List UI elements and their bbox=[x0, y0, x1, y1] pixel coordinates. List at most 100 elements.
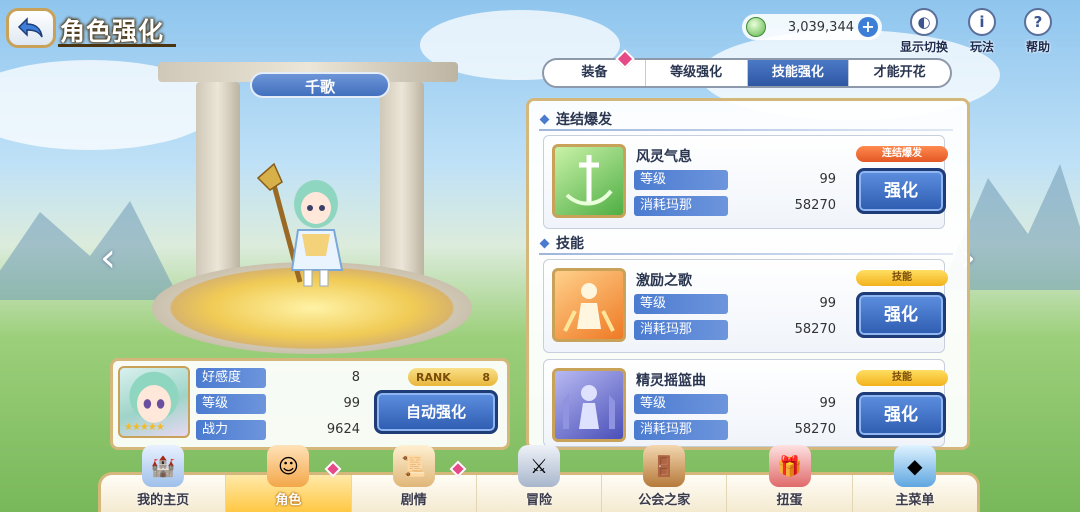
power-label: 战力 bbox=[196, 420, 266, 440]
prev-character-arrow[interactable]: ‹ bbox=[96, 238, 120, 278]
nav-item-story[interactable]: 📜 剧情 bbox=[352, 445, 477, 512]
castle-icon: 🏰 bbox=[142, 445, 185, 487]
title-underline bbox=[58, 44, 176, 47]
auto-enhance-button[interactable]: 自动强化 bbox=[374, 390, 498, 434]
nav-item-main-menu[interactable]: ◆ 主菜单 bbox=[853, 445, 977, 512]
diamond-bullet-icon bbox=[539, 238, 550, 249]
skill-level-value: 99 bbox=[819, 396, 836, 411]
background-mountain bbox=[0, 201, 180, 300]
union-burst-title: 连结爆发 bbox=[556, 112, 612, 128]
skill-cost-label: 消耗玛那 bbox=[634, 320, 728, 340]
help-icon: ? bbox=[1024, 8, 1052, 36]
nav-item-guild[interactable]: 🚪 公会之家 bbox=[602, 445, 728, 512]
skill-cost-row: 消耗玛那 58270 bbox=[634, 196, 840, 216]
skill-cost-value: 58270 bbox=[794, 422, 836, 437]
rank-value: 8 bbox=[482, 370, 490, 384]
skill-cost-row: 消耗玛那 58270 bbox=[634, 420, 840, 440]
diamond-bullet-icon bbox=[539, 114, 550, 125]
skill-type-tag: 技能 bbox=[856, 370, 948, 386]
back-button[interactable] bbox=[6, 8, 56, 48]
power-row: 战力 9624 bbox=[196, 420, 364, 440]
skill-card: 风灵气息 连结爆发 等级 99 消耗玛那 58270 强化 bbox=[543, 135, 948, 229]
gameplay-button[interactable]: i 玩法 bbox=[952, 8, 1012, 55]
nav-label: 剧情 bbox=[400, 493, 427, 508]
gameplay-label: 玩法 bbox=[969, 40, 994, 54]
add-currency-icon[interactable]: + bbox=[858, 17, 878, 37]
enhance-button[interactable]: 强化 bbox=[856, 392, 946, 438]
skill-cost-label: 消耗玛那 bbox=[634, 196, 728, 216]
skill-level-label: 等级 bbox=[634, 170, 728, 190]
tab-talent-bloom[interactable]: 才能开花 bbox=[849, 60, 950, 86]
skills-heading: 技能 bbox=[539, 233, 584, 253]
union-burst-heading: 连结爆发 bbox=[539, 109, 612, 129]
bottom-nav: 🏰 我的主页 ☺ 角色 📜 剧情 ⚔ 冒险 🚪 公会之家 🎁 扭蛋 ◆ 主菜单 bbox=[98, 445, 980, 512]
skill-cost-label: 消耗玛那 bbox=[634, 420, 728, 440]
nav-label: 冒险 bbox=[525, 493, 552, 508]
help-button[interactable]: ? 帮助 bbox=[1008, 8, 1068, 55]
figure-burst-icon bbox=[563, 283, 615, 332]
skill-name: 风灵气息 bbox=[636, 149, 692, 165]
nav-item-character[interactable]: ☺ 角色 bbox=[226, 445, 352, 512]
tab-equipment[interactable]: 装备 bbox=[544, 60, 646, 86]
nav-label: 角色 bbox=[275, 493, 302, 508]
display-switch-icon: ◐ bbox=[910, 8, 938, 36]
enhance-button[interactable]: 强化 bbox=[856, 168, 946, 214]
affection-value: 8 bbox=[351, 370, 360, 385]
affection-row: 好感度 8 bbox=[196, 368, 364, 388]
notification-badge-icon bbox=[324, 460, 342, 478]
nav-label: 主菜单 bbox=[895, 493, 935, 508]
power-value: 9624 bbox=[326, 422, 360, 437]
skill-level-label: 等级 bbox=[634, 394, 728, 414]
page-title: 角色强化 bbox=[60, 17, 165, 46]
enhance-tabs: 装备 等级强化 技能强化 才能开花 bbox=[542, 58, 952, 88]
stone-pillar bbox=[380, 82, 424, 282]
enhance-button[interactable]: 强化 bbox=[856, 292, 946, 338]
skill-cost-value: 58270 bbox=[794, 198, 836, 213]
figure-crystal-icon bbox=[563, 385, 615, 429]
mana-coin-icon bbox=[746, 17, 766, 37]
skill-level-row: 等级 99 bbox=[634, 394, 840, 414]
inspire-song-skill-icon[interactable] bbox=[552, 268, 626, 342]
skill-name: 精灵摇篮曲 bbox=[636, 373, 706, 389]
info-icon: i bbox=[968, 8, 996, 36]
skill-level-row: 等级 99 bbox=[634, 170, 840, 190]
tab-level-enhance[interactable]: 等级强化 bbox=[646, 60, 748, 86]
display-switch-button[interactable]: ◐ 显示切换 bbox=[894, 8, 954, 55]
guild-door-icon: 🚪 bbox=[643, 445, 686, 487]
level-value: 99 bbox=[343, 396, 360, 411]
display-switch-label: 显示切换 bbox=[899, 40, 948, 54]
rank-label: RANK bbox=[416, 370, 451, 384]
skill-cost-value: 58270 bbox=[794, 322, 836, 337]
gacha-icon: 🎁 bbox=[768, 445, 811, 487]
wind-spirit-skill-icon[interactable] bbox=[552, 144, 626, 218]
skill-name: 激励之歌 bbox=[636, 273, 692, 289]
section-divider bbox=[539, 129, 953, 131]
skill-panel: 连结爆发 风灵气息 连结爆发 等级 99 消耗玛那 58270 强化 技能 激励… bbox=[526, 98, 970, 450]
skill-level-label: 等级 bbox=[634, 294, 728, 314]
skill-type-tag: 连结爆发 bbox=[856, 146, 948, 162]
sword-icon: ⚔ bbox=[517, 445, 560, 487]
skill-card: 精灵摇篮曲 技能 等级 99 消耗玛那 58270 强化 bbox=[543, 359, 948, 447]
crystal-icon: ◆ bbox=[893, 445, 936, 487]
skills-title: 技能 bbox=[556, 236, 584, 252]
tab-skill-enhance[interactable]: 技能强化 bbox=[747, 60, 850, 86]
nav-item-home[interactable]: 🏰 我的主页 bbox=[101, 445, 227, 512]
nav-label: 我的主页 bbox=[137, 493, 190, 508]
affection-label: 好感度 bbox=[196, 368, 266, 388]
spirit-lullaby-skill-icon[interactable] bbox=[552, 368, 626, 442]
level-row: 等级 99 bbox=[196, 394, 364, 414]
nav-item-adventure[interactable]: ⚔ 冒险 bbox=[477, 445, 603, 512]
character-sprite bbox=[256, 162, 344, 287]
back-arrow-icon bbox=[17, 17, 43, 38]
skill-level-value: 99 bbox=[819, 172, 836, 187]
stone-pillar bbox=[196, 82, 240, 282]
rank-badge: RANK 8 bbox=[408, 368, 498, 386]
level-label: 等级 bbox=[196, 394, 266, 414]
help-label: 帮助 bbox=[1025, 40, 1050, 54]
character-name: 千歌 bbox=[250, 72, 390, 98]
nav-item-gacha[interactable]: 🎁 扭蛋 bbox=[727, 445, 853, 512]
star-rating: ★★★★★ bbox=[124, 422, 165, 433]
currency-display: 3,039,344 + bbox=[742, 14, 882, 40]
skill-level-row: 等级 99 bbox=[634, 294, 840, 314]
skill-card: 激励之歌 技能 等级 99 消耗玛那 58270 强化 bbox=[543, 259, 948, 353]
